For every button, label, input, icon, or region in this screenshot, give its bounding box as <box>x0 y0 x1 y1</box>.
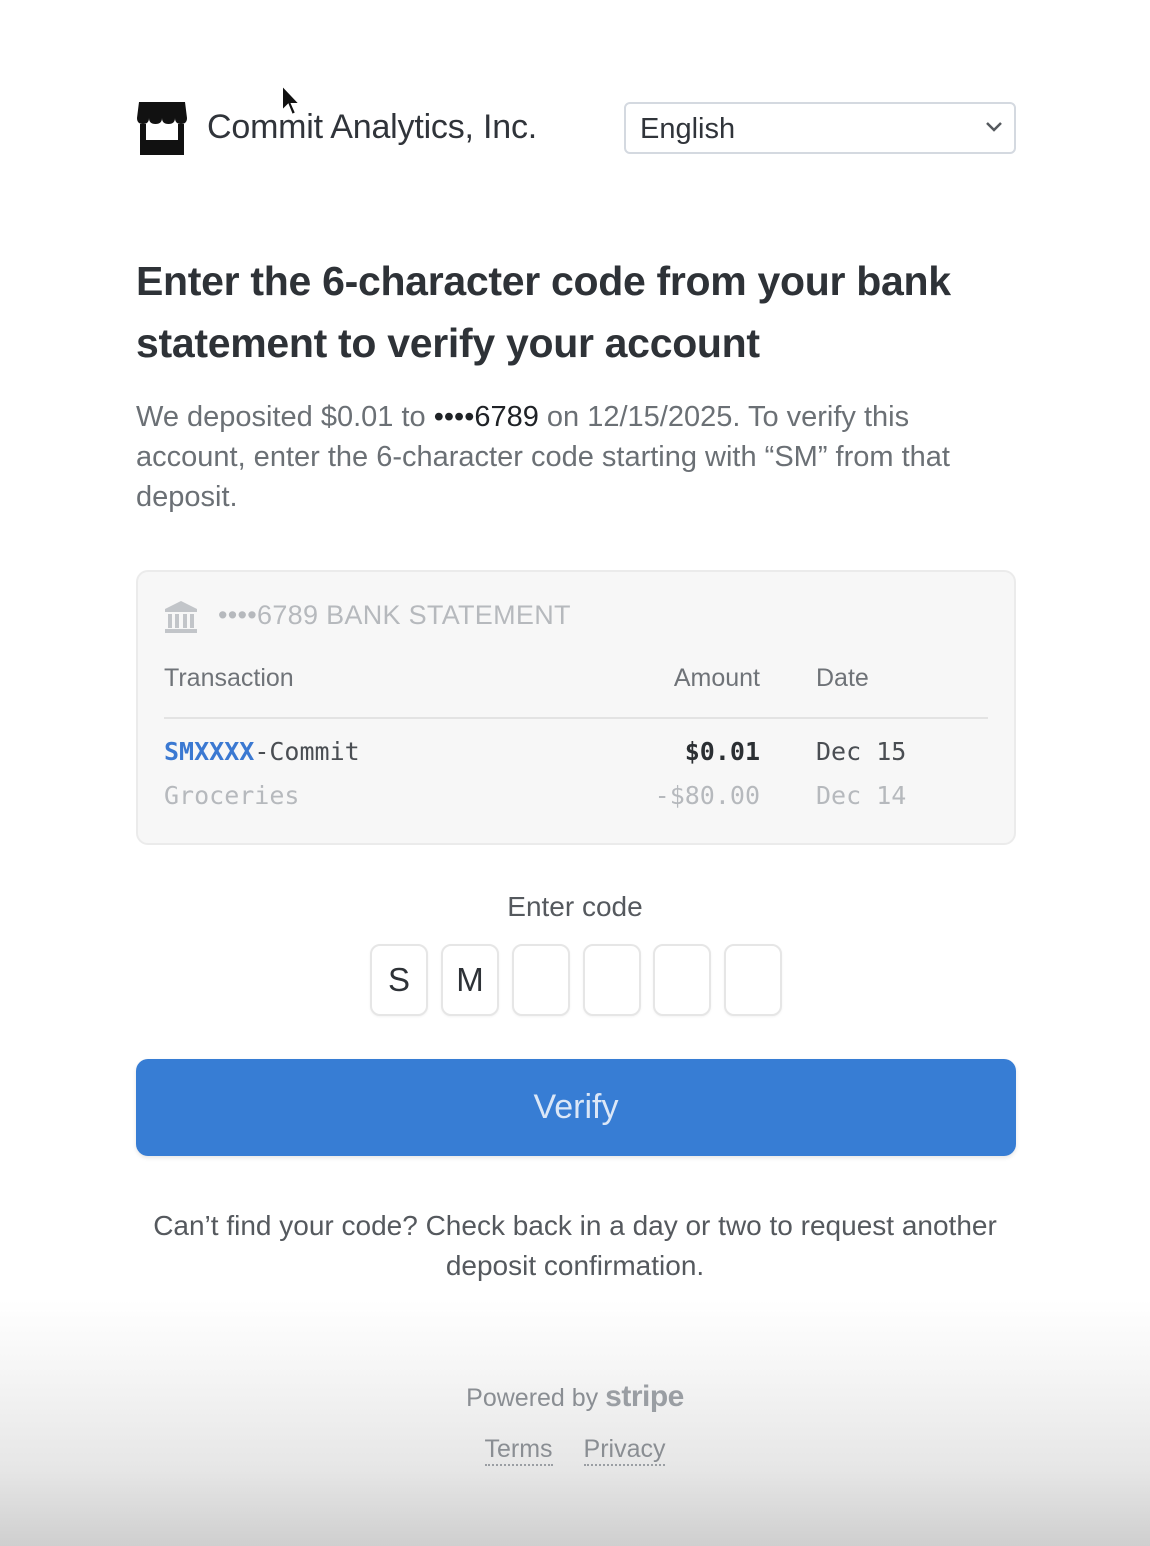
date-cell: Dec 15 <box>816 737 907 766</box>
code-input-3[interactable] <box>512 944 570 1016</box>
divider <box>164 717 988 719</box>
masked-account-number: ••••6789 <box>433 401 539 433</box>
column-header-amount: Amount <box>673 664 760 692</box>
storefront-icon <box>137 102 187 155</box>
privacy-link[interactable]: Privacy <box>583 1435 666 1466</box>
header: Commit Analytics, Inc. English <box>136 100 1016 156</box>
transaction-description: Groceries <box>164 781 300 810</box>
bank-icon <box>165 601 197 633</box>
deposit-code-placeholder: SMXXXX <box>164 737 255 766</box>
terms-link[interactable]: Terms <box>484 1435 553 1466</box>
mouse-cursor-icon <box>281 83 303 117</box>
amount-cell: $0.01 <box>684 737 760 766</box>
code-input-2[interactable]: M <box>441 944 499 1016</box>
stripe-logo: stripe <box>605 1380 684 1413</box>
language-select[interactable]: English <box>624 102 1016 154</box>
language-selected-value: English <box>640 113 736 145</box>
table-row: SMXXXX-Commit $0.01 Dec 15 <box>138 737 1014 777</box>
transaction-description: -Commit <box>254 737 360 766</box>
code-input-1[interactable]: S <box>370 944 428 1016</box>
transaction-cell: SMXXXX-Commit <box>164 737 360 766</box>
powered-by: Powered by stripe <box>0 1380 1150 1414</box>
page-title: Enter the 6-character code from your ban… <box>136 258 951 366</box>
footer-links: Terms Privacy <box>0 1435 1150 1466</box>
code-input-group: S M <box>370 944 782 1016</box>
date-cell: Dec 14 <box>816 781 907 810</box>
code-input-5[interactable] <box>653 944 711 1016</box>
company-name: Commit Analytics, Inc. <box>207 108 538 146</box>
verify-button[interactable]: Verify <box>136 1059 1016 1156</box>
statement-title: ••••6789 BANK STATEMENT <box>218 600 571 630</box>
help-text: Can’t find your code? Check back in a da… <box>153 1210 997 1281</box>
column-header-date: Date <box>816 664 869 692</box>
column-header-transaction: Transaction <box>164 664 294 692</box>
bank-statement-preview: ••••6789 BANK STATEMENT Transaction Amou… <box>136 570 1016 845</box>
amount-cell: -$80.00 <box>654 781 760 810</box>
enter-code-label: Enter code <box>507 891 643 922</box>
chevron-down-icon <box>986 122 1002 132</box>
code-input-6[interactable] <box>724 944 782 1016</box>
instructions-prefix: We deposited $0.01 to <box>136 401 434 433</box>
table-row: Groceries -$80.00 Dec 14 <box>138 781 1014 821</box>
code-input-4[interactable] <box>583 944 641 1016</box>
instructions-text: We deposited $0.01 to ••••6789 on 12/15/… <box>136 397 1016 517</box>
powered-by-label: Powered by <box>466 1384 599 1412</box>
